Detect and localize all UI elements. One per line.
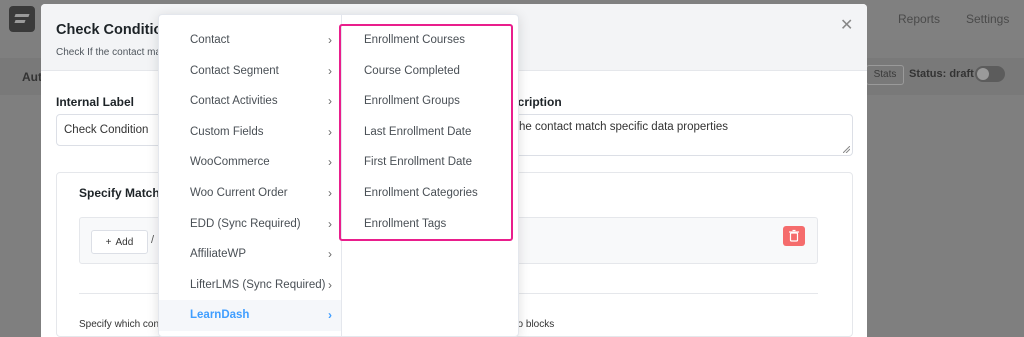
category-label: Contact Segment [190,64,279,77]
category-contact-segment[interactable]: Contact Segment › [159,56,341,87]
description-textarea[interactable]: he contact match specific data propertie… [511,114,853,156]
chevron-right-icon: › [328,63,332,78]
modal-title: Check Condition [56,22,172,38]
add-button-label: Add [115,236,134,248]
close-icon[interactable]: ✕ [840,15,853,35]
modal-subtitle: Check If the contact ma [56,47,162,58]
chevron-right-icon: › [328,308,332,323]
category-label: Contact [190,34,230,46]
option-enrollment-tags[interactable]: Enrollment Tags [342,209,518,240]
chevron-right-icon: › [328,216,332,231]
status-toggle[interactable] [975,66,1005,82]
tab-settings[interactable]: Settings [966,12,1009,26]
category-contact[interactable]: Contact › [159,25,341,56]
option-enrollment-categories[interactable]: Enrollment Categories [342,178,518,209]
category-label: LifterLMS (Sync Required) [190,278,326,291]
trash-icon [789,229,799,242]
cascader-category-list: Contact › Contact Segment › Contact Activi… [159,25,341,331]
category-contact-activities[interactable]: Contact Activities › [159,86,341,117]
chevron-right-icon: › [328,247,332,262]
category-label: WooCommerce [190,156,270,169]
delete-condition-button[interactable] [783,226,805,246]
category-edd[interactable]: EDD (Sync Required) › [159,209,341,240]
add-condition-button[interactable]: + Add [91,230,148,254]
stats-button[interactable]: Stats [866,65,904,85]
chevron-right-icon: › [328,124,332,139]
automation-title: Aut [22,70,42,84]
chevron-right-icon: › [328,33,332,47]
option-course-completed[interactable]: Course Completed [342,56,518,87]
condition-cascader-dropdown: Contact › Contact Segment › Contact Activi… [158,14,519,337]
description-text: he contact match specific data propertie… [519,121,729,133]
category-affiliatewp[interactable]: AffiliateWP › [159,239,341,270]
category-label: AffiliateWP [190,248,247,261]
option-enrollment-groups[interactable]: Enrollment Groups [342,86,518,117]
plus-icon: + [105,236,112,248]
category-learndash[interactable]: LearnDash › [159,300,341,331]
status-label: Status: draft [909,68,974,80]
option-enrollment-courses[interactable]: Enrollment Courses [342,25,518,56]
matching-title: Specify Matchi [79,186,164,200]
category-custom-fields[interactable]: Custom Fields › [159,117,341,148]
option-last-enrollment-date[interactable]: Last Enrollment Date [342,117,518,148]
category-label: Woo Current Order [190,186,288,199]
category-lifterlms[interactable]: LifterLMS (Sync Required) › [159,270,341,301]
category-woocommerce[interactable]: WooCommerce › [159,147,341,178]
footer-text-left: Specify which con [79,319,160,330]
category-label: LearnDash [190,309,250,322]
chevron-right-icon: › [328,155,332,170]
chevron-right-icon: › [328,94,332,109]
app-logo [9,6,35,32]
internal-label-heading: Internal Label [56,95,135,109]
category-label: Custom Fields [190,125,264,138]
resize-handle-icon[interactable] [843,146,850,153]
category-woo-current-order[interactable]: Woo Current Order › [159,178,341,209]
chevron-right-icon: › [328,277,332,292]
chevron-right-icon: › [328,185,332,200]
option-first-enrollment-date[interactable]: First Enrollment Date [342,147,518,178]
internal-label-input[interactable]: Check Condition [56,114,166,146]
condition-separator: / [151,234,155,246]
category-label: EDD (Sync Required) [190,217,301,230]
tab-reports[interactable]: Reports [898,12,940,26]
cascader-suboption-list: Enrollment Courses Course Completed Enro… [342,25,518,239]
category-label: Contact Activities [190,95,278,108]
